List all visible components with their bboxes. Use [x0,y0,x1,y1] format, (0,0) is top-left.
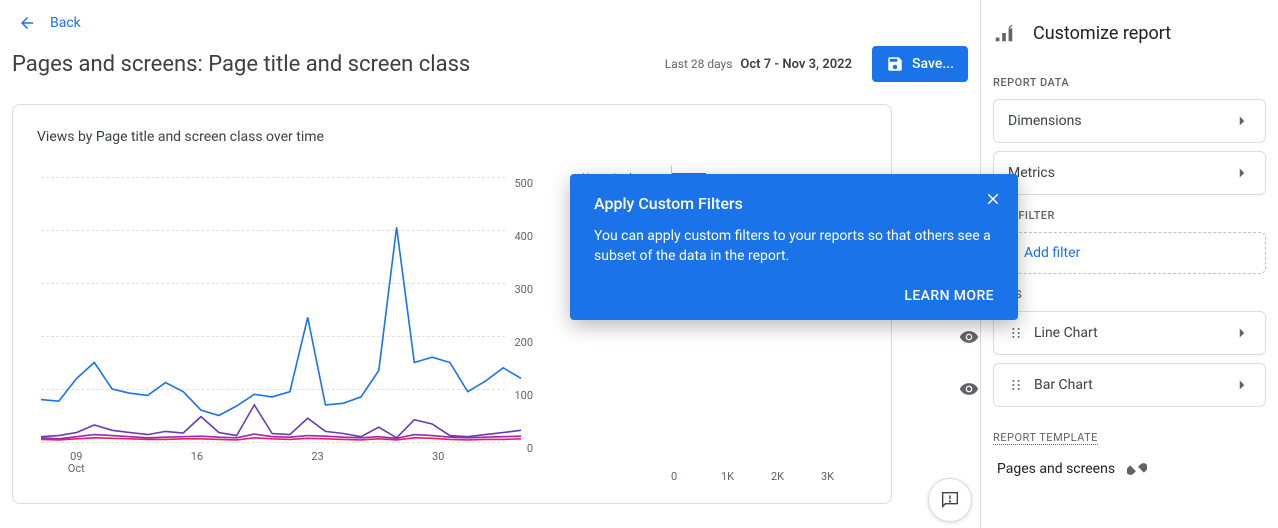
back-label: Back [50,15,81,31]
section-charts: ARTS [993,288,1266,301]
chevron-right-icon [1233,324,1251,342]
chevron-right-icon [1233,112,1251,130]
save-icon [886,55,904,73]
metrics-button[interactable]: Metrics [993,151,1266,195]
visibility-icon[interactable] [959,379,979,399]
custom-filters-tooltip: Apply Custom Filters You can apply custo… [570,174,1018,320]
visibility-icon[interactable] [959,327,979,347]
tooltip-title: Apply Custom Filters [594,194,994,213]
range-dates: Oct 7 - Nov 3, 2022 [740,57,852,72]
range-label: Last 28 days [665,57,733,71]
add-filter-button[interactable]: Add filter [993,232,1266,274]
line-chart-title: Views by Page title and screen class ove… [37,129,871,145]
unlink-icon[interactable] [1127,459,1147,479]
customize-panel: Customize report REPORT DATA Dimensions … [980,0,1278,528]
bar-chart-item[interactable]: Bar Chart [993,363,1266,407]
bar-chart-x-axis: 0 1K 2K 3K [671,470,871,483]
drag-icon [1008,377,1024,393]
arrow-left-icon [18,14,36,32]
back-button[interactable]: Back [12,8,968,42]
panel-title: Customize report [1033,23,1171,44]
save-label: Save... [912,56,954,72]
line-chart-item[interactable]: Line Chart [993,311,1266,355]
chevron-right-icon [1233,376,1251,394]
dimensions-button[interactable]: Dimensions [993,99,1266,143]
customize-icon [993,22,1015,44]
section-report-data: REPORT DATA [993,76,1266,89]
drag-icon [1008,325,1024,341]
section-report-template: REPORT TEMPLATE [993,431,1098,445]
save-button[interactable]: Save... [872,46,968,82]
section-report-filter: ORT FILTER [993,209,1266,222]
feedback-icon [939,489,961,511]
close-button[interactable] [984,190,1002,212]
date-range-picker[interactable]: Last 28 days Oct 7 - Nov 3, 2022 [657,51,860,78]
template-row: Pages and screens [993,445,1266,479]
page-title: Pages and screens: Page title and screen… [12,52,645,77]
close-icon [984,190,1002,208]
learn-more-button[interactable]: LEARN MORE [594,288,994,304]
chevron-right-icon [1233,164,1251,182]
tooltip-body: You can apply custom filters to your rep… [594,227,994,266]
feedback-button[interactable] [928,478,972,522]
